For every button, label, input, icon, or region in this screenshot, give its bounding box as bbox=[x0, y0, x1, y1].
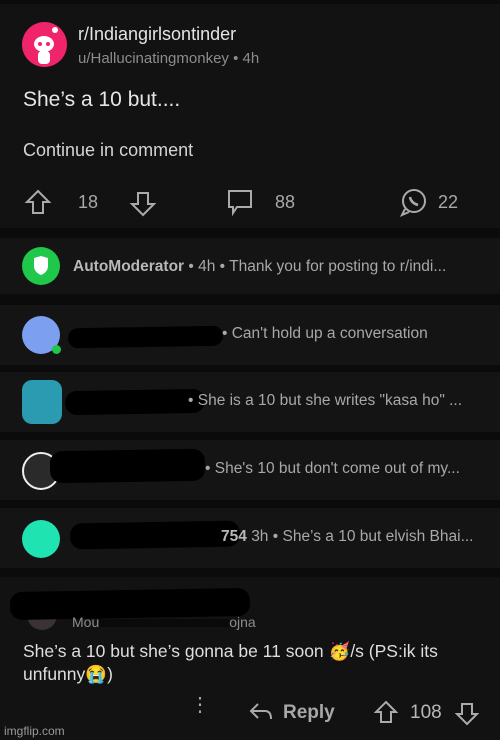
downvote-icon[interactable] bbox=[455, 702, 479, 726]
comment-row[interactable]: • Can't hold up a conversation bbox=[0, 305, 500, 365]
redacted-username bbox=[64, 388, 206, 416]
more-options-icon[interactable]: ⋮ bbox=[190, 695, 210, 715]
post-title: She’s a 10 but.... bbox=[23, 88, 181, 111]
comment-preview: • She's 10 but don't come out of my... bbox=[205, 460, 460, 477]
post-meta: u/Hallucinatingmonkey • 4h bbox=[78, 50, 260, 67]
whatsapp-share-icon[interactable] bbox=[399, 187, 429, 217]
comment-preview: • Can't hold up a conversation bbox=[222, 325, 428, 342]
upvote-count: 18 bbox=[78, 192, 99, 212]
comment-user[interactable]: AutoModerator bbox=[73, 258, 184, 275]
comment-icon[interactable] bbox=[226, 188, 254, 216]
upvote-icon[interactable] bbox=[374, 700, 398, 724]
comment-preview: • She is a 10 but she writes "kasa ho" .… bbox=[188, 392, 463, 409]
comment-row[interactable]: AutoModerator • 4h • Thank you for posti… bbox=[0, 238, 500, 294]
post-body: Continue in comment bbox=[23, 140, 194, 160]
user-flair: Mou ojna bbox=[72, 614, 256, 630]
comment-preview: Thank you for posting to r/indi... bbox=[229, 258, 447, 275]
snoo-icon bbox=[34, 27, 58, 64]
flair-end: ojna bbox=[229, 614, 256, 630]
subreddit-avatar[interactable] bbox=[22, 22, 67, 67]
online-indicator bbox=[52, 345, 61, 354]
upvote-icon[interactable] bbox=[24, 188, 52, 216]
flair-start: Mou bbox=[72, 614, 100, 630]
post-age: 4h bbox=[242, 50, 260, 67]
redacted-username bbox=[67, 325, 224, 349]
shield-icon bbox=[34, 256, 48, 275]
comment-age: 4h bbox=[198, 258, 216, 275]
downvote-icon[interactable] bbox=[129, 190, 157, 218]
comment-score: 108 bbox=[410, 702, 442, 723]
reply-icon[interactable] bbox=[248, 700, 274, 724]
comment-row[interactable]: 754 3h • She’s a 10 but elvish Bhai... bbox=[0, 508, 500, 568]
automod-avatar bbox=[22, 247, 60, 285]
comment-age: 3h bbox=[251, 528, 269, 545]
redacted-username bbox=[69, 520, 241, 550]
subreddit-name[interactable]: r/Indiangirlsontinder bbox=[78, 24, 236, 45]
comment-text: She’s a 10 but she’s gonna be 11 soon 🥳/… bbox=[23, 641, 438, 684]
redacted-username bbox=[49, 448, 206, 484]
comment-row[interactable]: • She's 10 but don't come out of my... bbox=[0, 440, 500, 500]
reply-button[interactable]: Reply bbox=[283, 702, 335, 724]
comment-preview: • She’s a 10 but elvish Bhai... bbox=[272, 528, 474, 545]
user-avatar bbox=[22, 380, 62, 424]
user-avatar bbox=[22, 520, 60, 558]
watermark: imgflip.com bbox=[4, 724, 65, 738]
author[interactable]: u/Hallucinatingmonkey bbox=[78, 50, 229, 67]
comment-user-fragment: 754 bbox=[221, 528, 247, 545]
share-count: 22 bbox=[438, 192, 459, 212]
comment-count: 88 bbox=[275, 192, 296, 212]
comment-row[interactable]: • She is a 10 but she writes "kasa ho" .… bbox=[0, 372, 500, 432]
